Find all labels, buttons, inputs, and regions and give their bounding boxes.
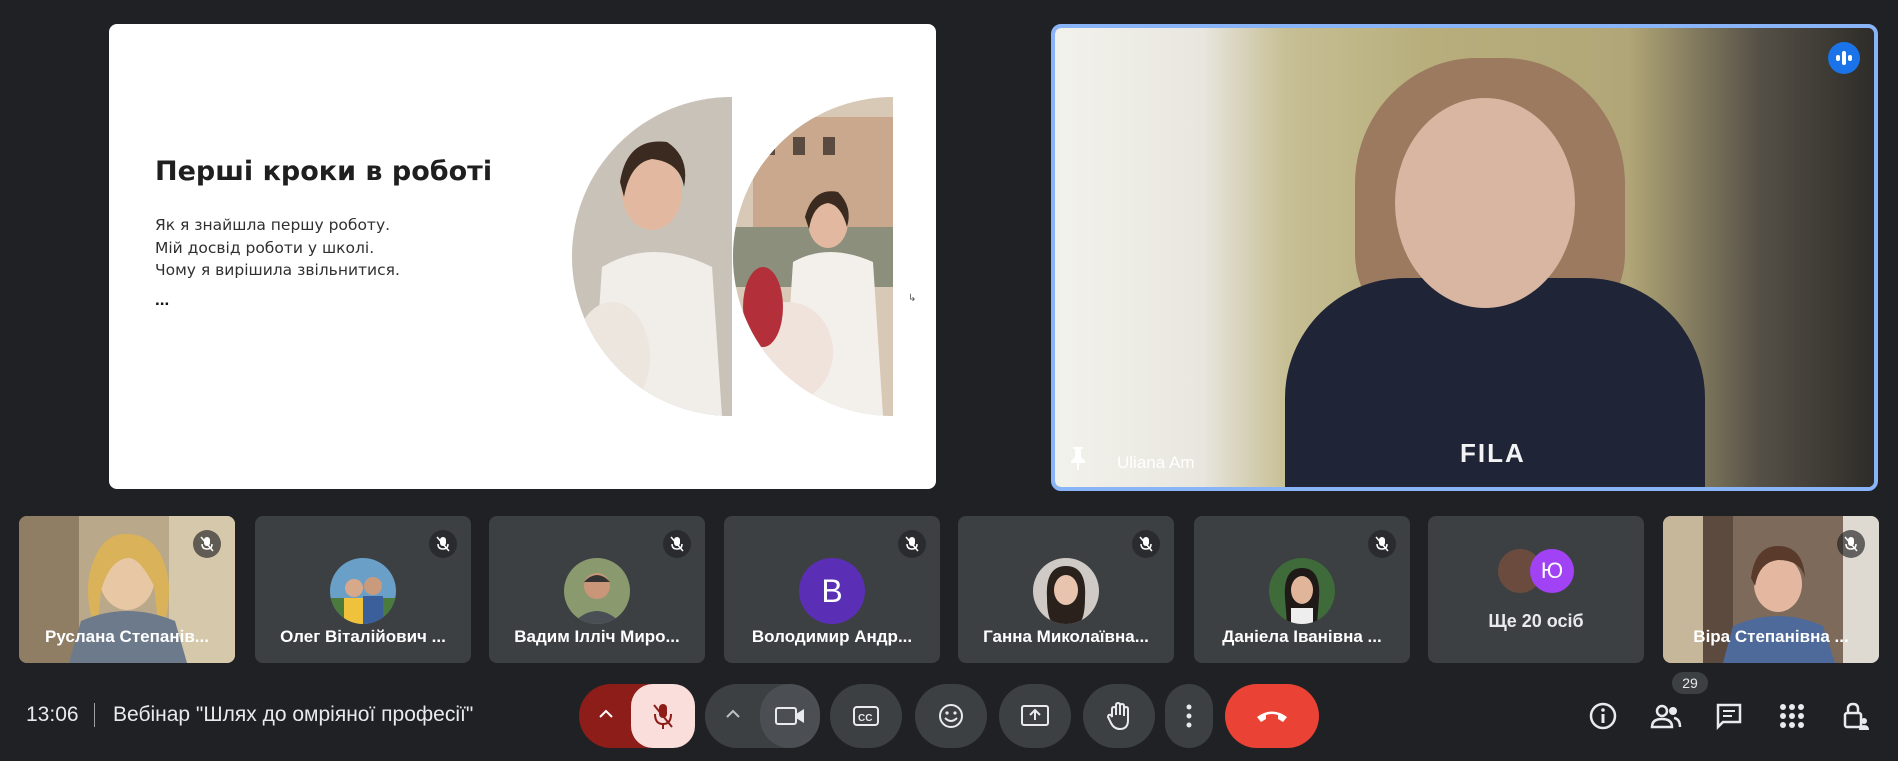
- participant-tile[interactable]: Даніела Іванівна ...: [1194, 516, 1410, 663]
- chat-button[interactable]: [1709, 696, 1749, 736]
- slide-line: Мій досвід роботи у школі.: [155, 238, 375, 257]
- people-icon: [1650, 704, 1682, 729]
- participant-tile[interactable]: Ганна Миколаївна...: [958, 516, 1174, 663]
- divider: [94, 703, 95, 727]
- present-screen-button[interactable]: [999, 684, 1071, 748]
- mic-off-icon: [663, 530, 691, 558]
- reactions-button[interactable]: [915, 684, 987, 748]
- svg-text:CC: CC: [858, 713, 872, 724]
- participant-name: Володимир Андр...: [751, 627, 913, 646]
- participant-tile[interactable]: Олег Віталійович ...: [255, 516, 471, 663]
- meeting-title: Вебінар "Шлях до омріяної професії": [113, 703, 474, 726]
- slide-line: Як я знайшла першу роботу.: [155, 216, 391, 234]
- camera-toggle-button[interactable]: [760, 684, 820, 748]
- mic-toggle-button[interactable]: [631, 684, 695, 748]
- mic-off-icon: [1132, 530, 1160, 558]
- present-icon: [1021, 705, 1049, 726]
- mic-off-icon: [1368, 530, 1396, 558]
- avatar: [1269, 558, 1335, 624]
- avatar: [330, 558, 396, 624]
- participant-name: Олег Віталійович ...: [280, 627, 446, 646]
- captions-icon: CC: [853, 706, 879, 726]
- apps-grid-icon: [1780, 704, 1804, 728]
- mic-off-icon: [193, 530, 221, 558]
- avatar: [1033, 558, 1099, 624]
- more-vert-icon: [1186, 704, 1192, 728]
- people-button[interactable]: [1646, 696, 1686, 736]
- more-options-button[interactable]: [1165, 684, 1213, 748]
- slide-title: Перші кроки в роботі: [155, 156, 493, 187]
- leave-call-button[interactable]: [1225, 684, 1319, 748]
- activities-button[interactable]: [1772, 696, 1812, 736]
- meeting-details-button[interactable]: [1583, 696, 1623, 736]
- participant-tile[interactable]: B Володимир Андр...: [724, 516, 940, 663]
- participant-name: Ганна Миколаївна...: [983, 627, 1149, 646]
- more-participants-label: Ще 20 осіб: [1488, 611, 1584, 631]
- mic-off-icon: [1837, 530, 1865, 558]
- slide-line: Чому я вирішила звільнитися.: [155, 261, 400, 279]
- slide-ellipsis: ...: [155, 290, 170, 309]
- host-controls-button[interactable]: [1835, 696, 1875, 736]
- participant-name: Вадим Ілліч Миро...: [514, 627, 680, 646]
- lock-person-icon: [1843, 702, 1869, 730]
- participant-tile[interactable]: Вадим Ілліч Миро...: [489, 516, 705, 663]
- mic-off-icon: [429, 530, 457, 558]
- hand-icon: [1106, 701, 1129, 731]
- slide-bullets: Як я знайшла першу роботу. Мій досвід ро…: [155, 214, 400, 282]
- participant-count-badge: 29: [1672, 672, 1708, 694]
- captions-button[interactable]: CC: [830, 684, 902, 748]
- participant-tile[interactable]: Віра Степанівна ...: [1663, 516, 1879, 663]
- participant-name: Даніела Іванівна ...: [1222, 627, 1382, 646]
- chevron-up-icon[interactable]: [725, 703, 741, 724]
- cursor-icon: ↳: [908, 293, 917, 304]
- participant-name: Руслана Степанів...: [45, 627, 209, 646]
- presentation-slide: Перші кроки в роботі Як я знайшла першу …: [109, 24, 936, 489]
- mic-off-icon: [653, 704, 673, 729]
- avatar: Ю: [1530, 549, 1574, 593]
- info-icon: [1589, 702, 1617, 730]
- more-avatars: Ю: [1498, 549, 1574, 597]
- shirt-logo: FILA: [1460, 438, 1526, 468]
- participant-tile[interactable]: Руслана Степанів...: [19, 516, 235, 663]
- pin-icon[interactable]: [1067, 445, 1089, 477]
- avatar: [564, 558, 630, 624]
- chat-icon: [1716, 703, 1742, 730]
- emoji-icon: [939, 704, 963, 728]
- speaker-name: Uliana Am: [1117, 453, 1195, 472]
- speaker-tile[interactable]: FILA Uliana Am: [1051, 24, 1878, 491]
- slide-photo-left: [572, 97, 732, 416]
- more-participants-tile[interactable]: Ю Ще 20 осіб: [1428, 516, 1644, 663]
- raise-hand-button[interactable]: [1083, 684, 1155, 748]
- speaking-indicator-icon: [1828, 42, 1860, 74]
- slide-photo-right: [733, 97, 893, 416]
- avatar: B: [799, 558, 865, 624]
- camera-icon: [775, 707, 804, 725]
- chevron-up-icon[interactable]: [598, 703, 614, 724]
- meeting-time: 13:06: [26, 703, 79, 726]
- speaker-face: [1395, 98, 1575, 308]
- participant-name: Віра Степанівна ...: [1693, 627, 1849, 646]
- mic-off-icon: [898, 530, 926, 558]
- hang-up-icon: [1257, 711, 1287, 722]
